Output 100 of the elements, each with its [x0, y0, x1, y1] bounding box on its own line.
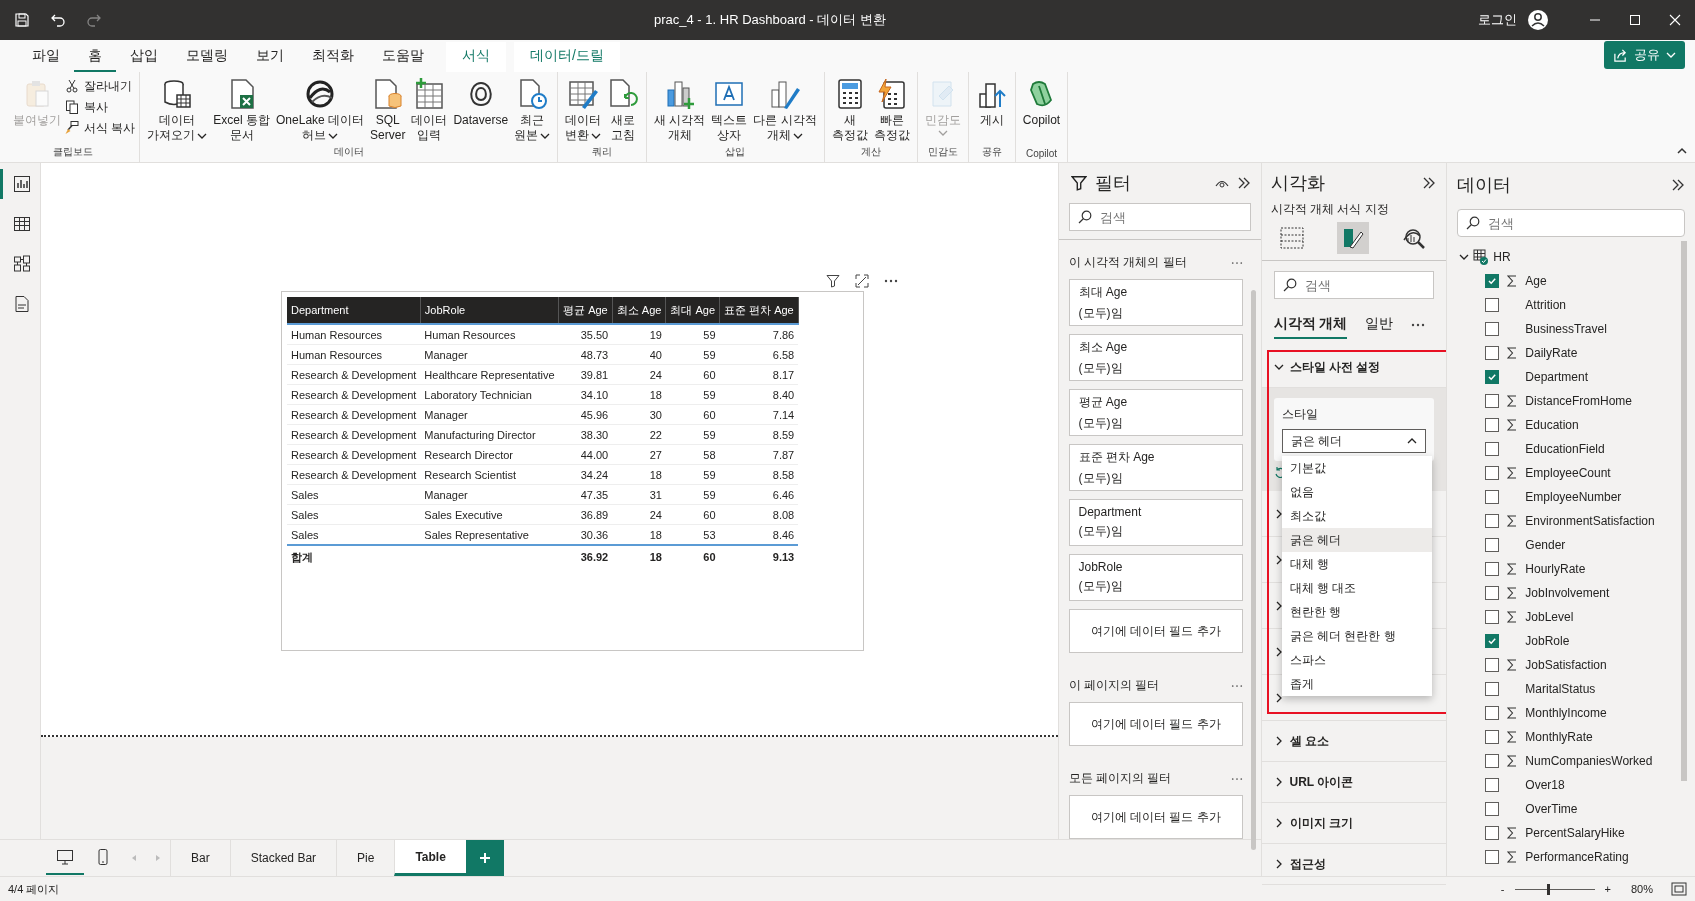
column-header[interactable]: Department: [287, 297, 421, 324]
ribbon-tab[interactable]: 데이터/드릴: [514, 42, 620, 72]
column-header[interactable]: JobRole: [420, 297, 559, 324]
field-checkbox[interactable]: [1485, 346, 1500, 360]
dropdown-option[interactable]: 없음: [1281, 480, 1432, 504]
field-checkbox[interactable]: [1485, 706, 1500, 720]
fit-to-page-icon[interactable]: [1671, 882, 1687, 896]
field-checkbox[interactable]: [1485, 394, 1500, 408]
table-node[interactable]: HR: [1459, 245, 1695, 269]
field-name[interactable]: EnvironmentSatisfaction: [1525, 514, 1655, 528]
eye-icon[interactable]: [1214, 178, 1229, 188]
ribbon-button[interactable]: 새로 고침: [604, 72, 643, 145]
field-name[interactable]: JobLevel: [1525, 610, 1574, 624]
save-icon[interactable]: [14, 12, 30, 28]
pane-mode-button[interactable]: [1336, 222, 1369, 254]
add-page-button[interactable]: [465, 840, 504, 876]
field-checkbox[interactable]: [1485, 730, 1500, 744]
add-field-drop-zone[interactable]: 여기에 데이터 필드 추가: [1068, 795, 1243, 839]
field-checkbox[interactable]: [1485, 610, 1500, 624]
column-header[interactable]: 평균 Age: [558, 297, 613, 324]
field-checkbox[interactable]: [1485, 466, 1500, 480]
ribbon-button[interactable]: 새 시각적 개체: [651, 72, 709, 145]
field-name[interactable]: Education: [1525, 418, 1579, 432]
field-name[interactable]: JobInvolvement: [1525, 586, 1610, 600]
ribbon-button[interactable]: Dataverse: [450, 72, 512, 145]
dropdown-option[interactable]: 굵은 헤더: [1281, 528, 1432, 552]
field-name[interactable]: JobSatisfaction: [1525, 658, 1607, 672]
ribbon-tab[interactable]: 도움말: [368, 42, 438, 72]
field-name[interactable]: NumCompaniesWorked: [1525, 754, 1653, 768]
format-tab[interactable]: 일반: [1365, 311, 1394, 339]
search-field[interactable]: 검색: [1273, 271, 1435, 299]
search-field[interactable]: 검색: [1457, 209, 1685, 237]
filter-card[interactable]: Department (모두)임: [1068, 499, 1243, 546]
column-header[interactable]: 최소 Age: [612, 297, 666, 324]
sign-in-link[interactable]: 로그인: [1478, 11, 1517, 29]
ribbon-button[interactable]: 데이터 입력: [408, 72, 451, 145]
dropdown-option[interactable]: 기본값: [1281, 456, 1432, 480]
filter-card[interactable]: 평균 Age (모두)임: [1068, 389, 1243, 436]
collapse-pane-icon[interactable]: [1671, 178, 1685, 192]
field-checkbox[interactable]: [1485, 634, 1500, 648]
collapse-pane-icon[interactable]: [1236, 176, 1251, 190]
field-checkbox[interactable]: [1485, 298, 1500, 312]
more-options-icon[interactable]: [1411, 323, 1426, 327]
ribbon-tab[interactable]: 최적화: [298, 42, 368, 72]
ribbon-button[interactable]: 게시: [972, 72, 1011, 145]
ribbon-button[interactable]: SQL Server: [367, 72, 409, 145]
field-checkbox[interactable]: [1485, 850, 1500, 864]
field-name[interactable]: EducationField: [1525, 442, 1605, 456]
filter-card[interactable]: 최소 Age (모두)임: [1068, 334, 1243, 381]
field-checkbox[interactable]: [1485, 562, 1500, 576]
field-name[interactable]: OverTime: [1525, 802, 1578, 816]
field-checkbox[interactable]: [1485, 538, 1500, 552]
field-checkbox[interactable]: [1485, 442, 1500, 456]
ribbon-button[interactable]: 데이터 가져오기: [144, 72, 211, 145]
table-visual[interactable]: [281, 291, 864, 651]
column-header[interactable]: 최대 Age: [665, 297, 720, 324]
field-name[interactable]: BusinessTravel: [1525, 322, 1607, 336]
add-field-drop-zone[interactable]: 여기에 데이터 필드 추가: [1068, 609, 1243, 653]
field-checkbox[interactable]: [1485, 826, 1500, 840]
field-name[interactable]: Age: [1525, 274, 1547, 288]
ribbon-button[interactable]: Copilot: [1019, 72, 1064, 148]
ribbon-button[interactable]: 텍스트 상자: [708, 72, 751, 145]
ribbon-button[interactable]: 데이터 변환: [562, 72, 605, 145]
ribbon-button[interactable]: 복사: [64, 97, 136, 117]
close-icon[interactable]: [1669, 14, 1681, 26]
format-tab[interactable]: 시각적 개체: [1273, 311, 1348, 339]
field-name[interactable]: MonthlyIncome: [1525, 706, 1607, 720]
field-checkbox[interactable]: [1485, 514, 1500, 528]
ribbon-button[interactable]: 잘라내기: [64, 76, 136, 96]
field-name[interactable]: Department: [1525, 370, 1588, 384]
search-field[interactable]: 검색: [1068, 203, 1251, 231]
field-name[interactable]: PerformanceRating: [1525, 850, 1629, 864]
avatar-icon[interactable]: [1527, 9, 1549, 31]
dropdown-option[interactable]: 최소값: [1281, 504, 1432, 528]
field-checkbox[interactable]: [1485, 322, 1500, 336]
add-field-drop-zone[interactable]: 여기에 데이터 필드 추가: [1068, 702, 1243, 746]
field-checkbox[interactable]: [1485, 802, 1500, 816]
field-name[interactable]: DistanceFromHome: [1525, 394, 1632, 408]
dropdown-option[interactable]: 굵은 헤더 현란한 행: [1281, 624, 1432, 648]
field-checkbox[interactable]: [1485, 274, 1500, 288]
maximize-icon[interactable]: [1629, 14, 1641, 26]
more-options-icon[interactable]: [884, 279, 898, 283]
zoom-out-button[interactable]: -: [1500, 883, 1505, 895]
zoom-in-button[interactable]: +: [1604, 883, 1611, 895]
field-checkbox[interactable]: [1485, 586, 1500, 600]
dropdown-option[interactable]: 대체 행 대조: [1281, 576, 1432, 600]
field-checkbox[interactable]: [1485, 778, 1500, 792]
dropdown-option[interactable]: 현란한 행: [1281, 600, 1432, 624]
dropdown-option[interactable]: 좁게: [1281, 672, 1432, 696]
ribbon-tab[interactable]: 서식: [446, 42, 506, 72]
column-header[interactable]: 표준 편차 Age: [719, 297, 799, 324]
field-name[interactable]: Attrition: [1525, 298, 1566, 312]
field-name[interactable]: Over18: [1525, 778, 1565, 792]
field-name[interactable]: HourlyRate: [1525, 562, 1586, 576]
field-name[interactable]: EmployeeNumber: [1525, 490, 1622, 504]
field-checkbox[interactable]: [1485, 490, 1500, 504]
ribbon-button[interactable]: 빠른 측정값: [870, 72, 913, 145]
ribbon-tab[interactable]: 파일: [18, 42, 74, 72]
ribbon-tab[interactable]: 보기: [242, 42, 298, 72]
field-name[interactable]: JobRole: [1525, 634, 1570, 648]
